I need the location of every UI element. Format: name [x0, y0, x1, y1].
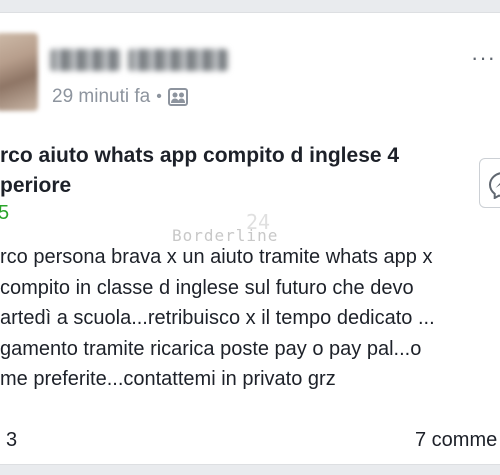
post-body-line: compito in classe d inglese sul futuro c…: [0, 276, 414, 299]
messenger-icon: [488, 172, 500, 199]
post-title-line: periore: [0, 174, 72, 197]
marketplace-post-card: 29 minuti fa • ··· rco aiuto whats app c…: [0, 12, 500, 465]
ellipsis-icon[interactable]: ···: [471, 45, 496, 71]
post-body-line: rco persona brava x un aiuto tramite wha…: [0, 246, 433, 268]
post-body-line: gamento tramite ricarica poste pay o pay…: [0, 337, 422, 360]
meta-separator: •: [156, 88, 162, 105]
author-name-blurred[interactable]: [50, 43, 240, 77]
post-body-line: artedì a scuola...retribuisco x il tempo…: [0, 307, 435, 329]
post-title-line: rco aiuto whats app compito d inglese 4: [0, 144, 400, 167]
post-meta: 29 minuti fa •: [52, 86, 188, 108]
timestamp[interactable]: 29 minuti fa: [52, 86, 150, 108]
group-icon: [167, 88, 188, 106]
post-title: rco aiuto whats app compito d inglese 4 …: [0, 141, 440, 201]
reactions-count[interactable]: 3: [6, 429, 17, 452]
comments-count[interactable]: 7 comme: [415, 429, 497, 452]
messenger-button[interactable]: [479, 158, 500, 208]
avatar[interactable]: [0, 33, 38, 111]
post-body: rco persona brava x un aiuto tramite wha…: [0, 242, 435, 395]
price: 5: [0, 202, 9, 225]
post-body-line: me preferite...contattemi in privato grz: [0, 368, 336, 390]
